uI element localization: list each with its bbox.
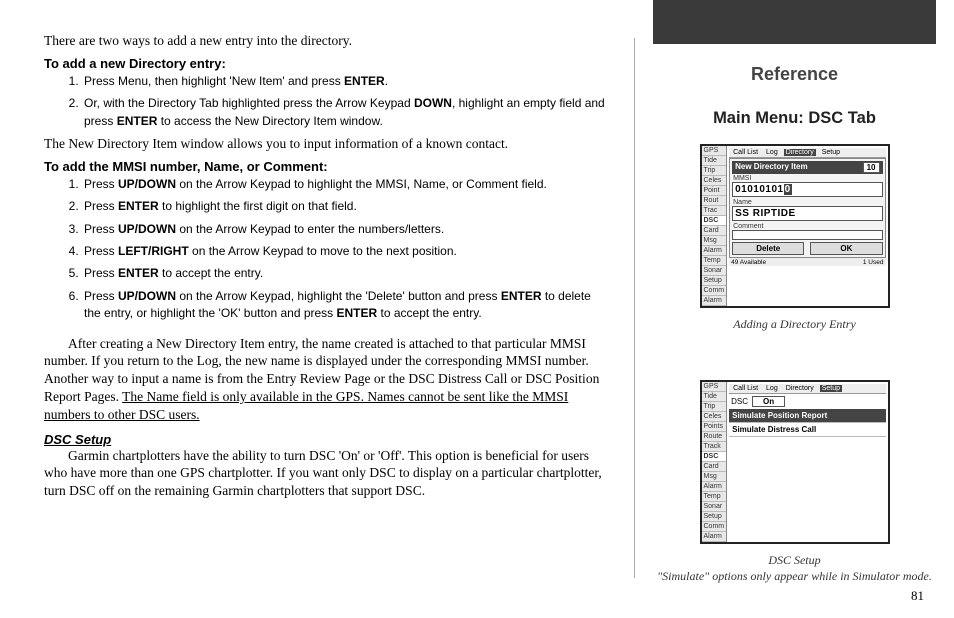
mmsi-cursor: 0 xyxy=(784,184,792,195)
heading-dsc-setup: DSC Setup xyxy=(44,432,610,447)
button-row: Delete OK xyxy=(732,242,882,255)
delete-button: Delete xyxy=(732,242,804,255)
side-tab: GPS xyxy=(702,382,727,392)
list-item: Press ENTER to highlight the first digit… xyxy=(82,198,610,215)
top-tab: Call List xyxy=(731,385,760,392)
side-tab: Trip xyxy=(702,402,727,412)
side-tab-selected: DSC xyxy=(702,452,727,462)
note-new-item-window: The New Directory Item window allows you… xyxy=(44,135,610,153)
side-tab: Trac xyxy=(702,206,727,216)
heading-add-entry: To add a new Directory entry: xyxy=(44,56,610,71)
manual-page: There are two ways to add a new entry in… xyxy=(0,0,954,618)
side-tab: Card xyxy=(702,226,727,236)
side-tab: Msg xyxy=(702,236,727,246)
simulate-distress-call: Simulate Distress Call xyxy=(729,423,885,437)
side-tab: Points xyxy=(702,422,727,432)
panel-number: 10 xyxy=(863,162,880,173)
top-tabs: Call List Log Directory Setup xyxy=(729,384,885,394)
list-item: Press LEFT/RIGHT on the Arrow Keypad to … xyxy=(82,243,610,260)
left-column: There are two ways to add a new entry in… xyxy=(0,0,634,618)
list-item: Press UP/DOWN on the Arrow Keypad to hig… xyxy=(82,176,610,193)
side-tab: Comm xyxy=(702,286,727,296)
field-mmsi: 010101010 xyxy=(732,182,882,197)
list-item: Press UP/DOWN on the Arrow Keypad to ent… xyxy=(82,221,610,238)
top-tab: Log xyxy=(764,149,780,156)
field-comment xyxy=(732,230,882,240)
side-tab: Alarm xyxy=(702,296,727,306)
ok-button: OK xyxy=(810,242,882,255)
side-tab: Alarm xyxy=(702,532,727,542)
label-comment: Comment xyxy=(732,222,882,230)
list-item: Press UP/DOWN on the Arrow Keypad, highl… xyxy=(82,288,610,323)
side-tab: Point xyxy=(702,186,727,196)
top-tab-selected: Setup xyxy=(820,385,842,392)
top-tab: Setup xyxy=(820,149,842,156)
list-item: Press ENTER to accept the entry. xyxy=(82,265,610,282)
side-tab: Celes xyxy=(702,412,727,422)
paragraph-after-directory: After creating a New Directory Item entr… xyxy=(44,335,610,424)
side-tab: Alarm xyxy=(702,246,727,256)
top-tab: Directory xyxy=(784,385,816,392)
page-number: 81 xyxy=(911,588,924,604)
side-tab: Sonar xyxy=(702,266,727,276)
side-tab: Card xyxy=(702,462,727,472)
top-tabs: Call List Log Directory Setup xyxy=(729,148,885,158)
top-tab: Log xyxy=(764,385,780,392)
side-tab-selected: DSC xyxy=(702,216,727,226)
side-tab: Msg xyxy=(702,472,727,482)
list-add-mmsi: Press UP/DOWN on the Arrow Keypad to hig… xyxy=(70,176,610,323)
right-column: Reference Main Menu: DSC Tab GPS Tide Tr… xyxy=(635,0,954,618)
device-body: Call List Log Directory Setup New Direct… xyxy=(727,146,887,306)
status-used: 1 Used xyxy=(863,259,884,266)
dsc-label: DSC xyxy=(731,397,748,406)
side-tab: Track xyxy=(702,442,727,452)
side-tab: Temp xyxy=(702,256,727,266)
field-name: SS RIPTIDE xyxy=(732,206,882,221)
side-tab: Temp xyxy=(702,492,727,502)
side-tab: Alarm xyxy=(702,482,727,492)
caption-setup: DSC Setup "Simulate" options only appear… xyxy=(657,552,932,584)
status-bar: 49 Available 1 Used xyxy=(729,258,885,266)
side-tab: Setup xyxy=(702,276,727,286)
side-tab: Tide xyxy=(702,156,727,166)
panel-title-row: New Directory Item 10 xyxy=(732,161,882,174)
device-body: Call List Log Directory Setup DSC On Sim… xyxy=(727,382,887,542)
side-tab: Sonar xyxy=(702,502,727,512)
side-tab: GPS xyxy=(702,146,727,156)
side-tab: Rout xyxy=(702,196,727,206)
device-screenshot-directory: GPS Tide Trip Celes Point Rout Trac DSC … xyxy=(700,144,890,308)
subtitle: Main Menu: DSC Tab xyxy=(713,109,876,128)
list-item: Or, with the Directory Tab highlighted p… xyxy=(82,95,610,130)
intro-text: There are two ways to add a new entry in… xyxy=(44,32,610,50)
list-add-entry: Press Menu, then highlight 'New Item' an… xyxy=(70,73,610,130)
label-name: Name xyxy=(732,198,882,206)
simulate-position-report: Simulate Position Report xyxy=(729,409,885,423)
side-tab: Comm xyxy=(702,522,727,532)
side-tab: Setup xyxy=(702,512,727,522)
side-tab: Tide xyxy=(702,392,727,402)
side-tabs: GPS Tide Trip Celes Points Route Track D… xyxy=(702,382,728,542)
top-tab: Call List xyxy=(731,149,760,156)
paragraph-dsc-setup: Garmin chartplotters have the ability to… xyxy=(44,447,610,500)
side-tab: Trip xyxy=(702,166,727,176)
dsc-toggle-row: DSC On xyxy=(729,394,885,409)
header-bar xyxy=(653,0,936,44)
side-tab: Celes xyxy=(702,176,727,186)
device-screenshot-setup: GPS Tide Trip Celes Points Route Track D… xyxy=(700,380,890,544)
panel-title: New Directory Item xyxy=(735,162,807,173)
status-available: 49 Available xyxy=(731,259,766,266)
label-mmsi: MMSI xyxy=(732,174,882,182)
heading-add-mmsi: To add the MMSI number, Name, or Comment… xyxy=(44,159,610,174)
list-item: Press Menu, then highlight 'New Item' an… xyxy=(82,73,610,90)
caption-directory: Adding a Directory Entry xyxy=(733,316,856,332)
reference-title: Reference xyxy=(751,64,838,85)
side-tab: Route xyxy=(702,432,727,442)
side-tabs: GPS Tide Trip Celes Point Rout Trac DSC … xyxy=(702,146,728,306)
top-tab-selected: Directory xyxy=(784,149,816,156)
dsc-value: On xyxy=(752,396,785,407)
new-directory-panel: New Directory Item 10 MMSI 010101010 Nam… xyxy=(729,158,885,258)
